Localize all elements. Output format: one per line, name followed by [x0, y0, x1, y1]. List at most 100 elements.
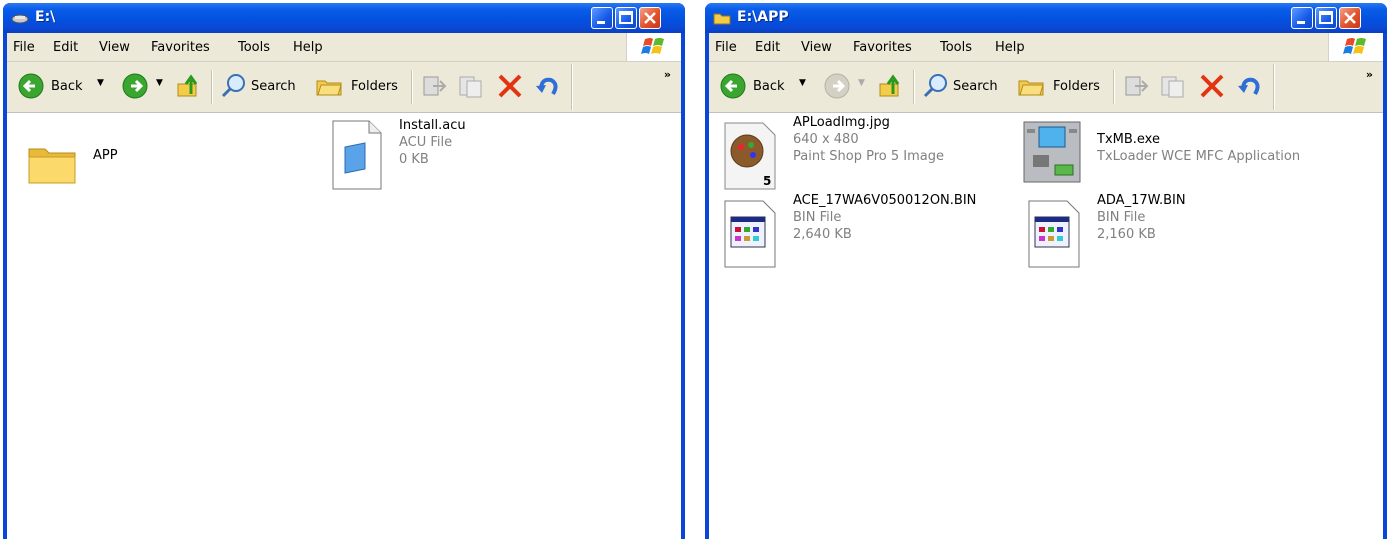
maximize-icon — [619, 11, 633, 24]
item-name[interactable]: APLoadImg.jpg — [793, 115, 890, 130]
back-button[interactable] — [719, 72, 747, 103]
folders-label[interactable]: Folders — [351, 79, 398, 94]
delete-button[interactable] — [497, 73, 523, 102]
item-size: 0 KB — [399, 152, 429, 167]
back-label[interactable]: Back — [753, 79, 785, 94]
menu-bar: File Edit View Favorites Tools Help — [709, 33, 1383, 62]
delete-icon — [498, 74, 522, 98]
up-folder-icon — [177, 74, 198, 97]
forward-arrow-icon — [824, 73, 850, 99]
menu-view[interactable]: View — [801, 40, 832, 55]
forward-button[interactable] — [823, 72, 851, 103]
item-type: TxLoader WCE MFC Application — [1097, 149, 1301, 164]
menu-tools[interactable]: Tools — [940, 40, 972, 55]
svg-text:5: 5 — [763, 174, 771, 188]
back-dropdown-icon[interactable]: ▼ — [799, 78, 806, 88]
menu-file[interactable]: File — [13, 40, 35, 55]
menu-view[interactable]: View — [99, 40, 130, 55]
explorer-window-app: E:\APP File Edit View Favorites Tools He… — [705, 3, 1387, 539]
toolbar-more-chevron[interactable]: » — [664, 68, 671, 81]
back-arrow-icon — [18, 73, 44, 99]
minimize-icon — [1297, 21, 1305, 24]
paintshop-image-icon: 5 — [724, 122, 776, 190]
forward-button[interactable] — [121, 72, 149, 103]
menu-favorites[interactable]: Favorites — [853, 40, 912, 55]
maximize-button[interactable] — [615, 7, 637, 29]
maximize-icon — [1319, 11, 1333, 24]
item-dimensions: 640 x 480 — [793, 132, 859, 147]
menu-bar: File Edit View Favorites Tools Help — [7, 33, 681, 62]
item-type: Paint Shop Pro 5 Image — [793, 149, 945, 164]
item-name[interactable]: APP — [93, 148, 118, 163]
menu-help[interactable]: Help — [995, 40, 1025, 55]
up-folder-button[interactable] — [877, 72, 905, 103]
folders-label[interactable]: Folders — [1053, 79, 1100, 94]
menu-edit[interactable]: Edit — [755, 40, 780, 55]
item-name[interactable]: ADA_17W.BIN — [1097, 193, 1186, 208]
back-button[interactable] — [17, 72, 45, 103]
search-icon — [221, 74, 245, 98]
up-folder-button[interactable] — [175, 72, 203, 103]
undo-button[interactable] — [533, 72, 561, 103]
list-item[interactable]: 5 — [723, 121, 777, 191]
folder-icon — [713, 13, 731, 25]
toolbar-more-chevron[interactable]: » — [1366, 68, 1373, 81]
forward-arrow-icon — [122, 73, 148, 99]
menu-file[interactable]: File — [715, 40, 737, 55]
window-title: E:\APP — [737, 9, 789, 25]
item-name[interactable]: TxMB.exe — [1097, 132, 1160, 147]
move-to-icon — [1125, 76, 1149, 96]
acu-file-icon — [332, 120, 382, 190]
minimize-icon — [597, 21, 605, 24]
delete-button[interactable] — [1199, 73, 1225, 102]
close-button[interactable] — [639, 7, 661, 29]
title-bar[interactable]: E:\APP — [705, 3, 1387, 33]
menu-help[interactable]: Help — [293, 40, 323, 55]
list-item[interactable] — [1027, 199, 1081, 269]
minimize-button[interactable] — [1291, 7, 1313, 29]
list-item[interactable] — [331, 119, 385, 191]
drive-icon — [11, 14, 29, 24]
search-button[interactable] — [921, 72, 949, 103]
move-to-button[interactable] — [1123, 73, 1151, 102]
folders-button[interactable] — [315, 73, 345, 102]
folder-icon — [28, 148, 76, 184]
list-item[interactable] — [723, 199, 777, 269]
item-name[interactable]: Install.acu — [399, 118, 466, 133]
back-dropdown-icon[interactable]: ▼ — [97, 78, 104, 88]
menu-tools[interactable]: Tools — [238, 40, 270, 55]
atm-application-icon — [1023, 121, 1081, 183]
close-icon — [1344, 12, 1356, 24]
search-label[interactable]: Search — [251, 79, 296, 94]
menu-edit[interactable]: Edit — [53, 40, 78, 55]
undo-button[interactable] — [1235, 72, 1263, 103]
item-name[interactable]: ACE_17WA6V050012ON.BIN — [793, 193, 976, 208]
forward-dropdown-icon[interactable]: ▼ — [858, 78, 865, 88]
search-icon — [923, 74, 947, 98]
back-label[interactable]: Back — [51, 79, 83, 94]
close-button[interactable] — [1339, 7, 1361, 29]
search-button[interactable] — [219, 72, 247, 103]
title-bar[interactable]: E:\ — [3, 3, 685, 33]
forward-dropdown-icon[interactable]: ▼ — [156, 78, 163, 88]
list-item[interactable] — [1023, 121, 1081, 183]
search-label[interactable]: Search — [953, 79, 998, 94]
toolbar: Back ▼ ▼ Search Folders » — [709, 62, 1383, 113]
undo-icon — [536, 77, 558, 96]
copy-to-icon — [459, 76, 482, 98]
copy-to-button[interactable] — [1159, 73, 1187, 102]
undo-icon — [1238, 77, 1260, 96]
move-to-button[interactable] — [421, 73, 449, 102]
item-type: BIN File — [793, 210, 842, 225]
list-item[interactable] — [27, 137, 77, 187]
maximize-button[interactable] — [1315, 7, 1337, 29]
item-type: BIN File — [1097, 210, 1146, 225]
folders-button[interactable] — [1017, 73, 1047, 102]
copy-to-icon — [1161, 76, 1184, 98]
item-size: 2,160 KB — [1097, 227, 1156, 242]
item-size: 2,640 KB — [793, 227, 852, 242]
minimize-button[interactable] — [591, 7, 613, 29]
copy-to-button[interactable] — [457, 73, 485, 102]
bin-file-icon — [724, 200, 776, 268]
menu-favorites[interactable]: Favorites — [151, 40, 210, 55]
